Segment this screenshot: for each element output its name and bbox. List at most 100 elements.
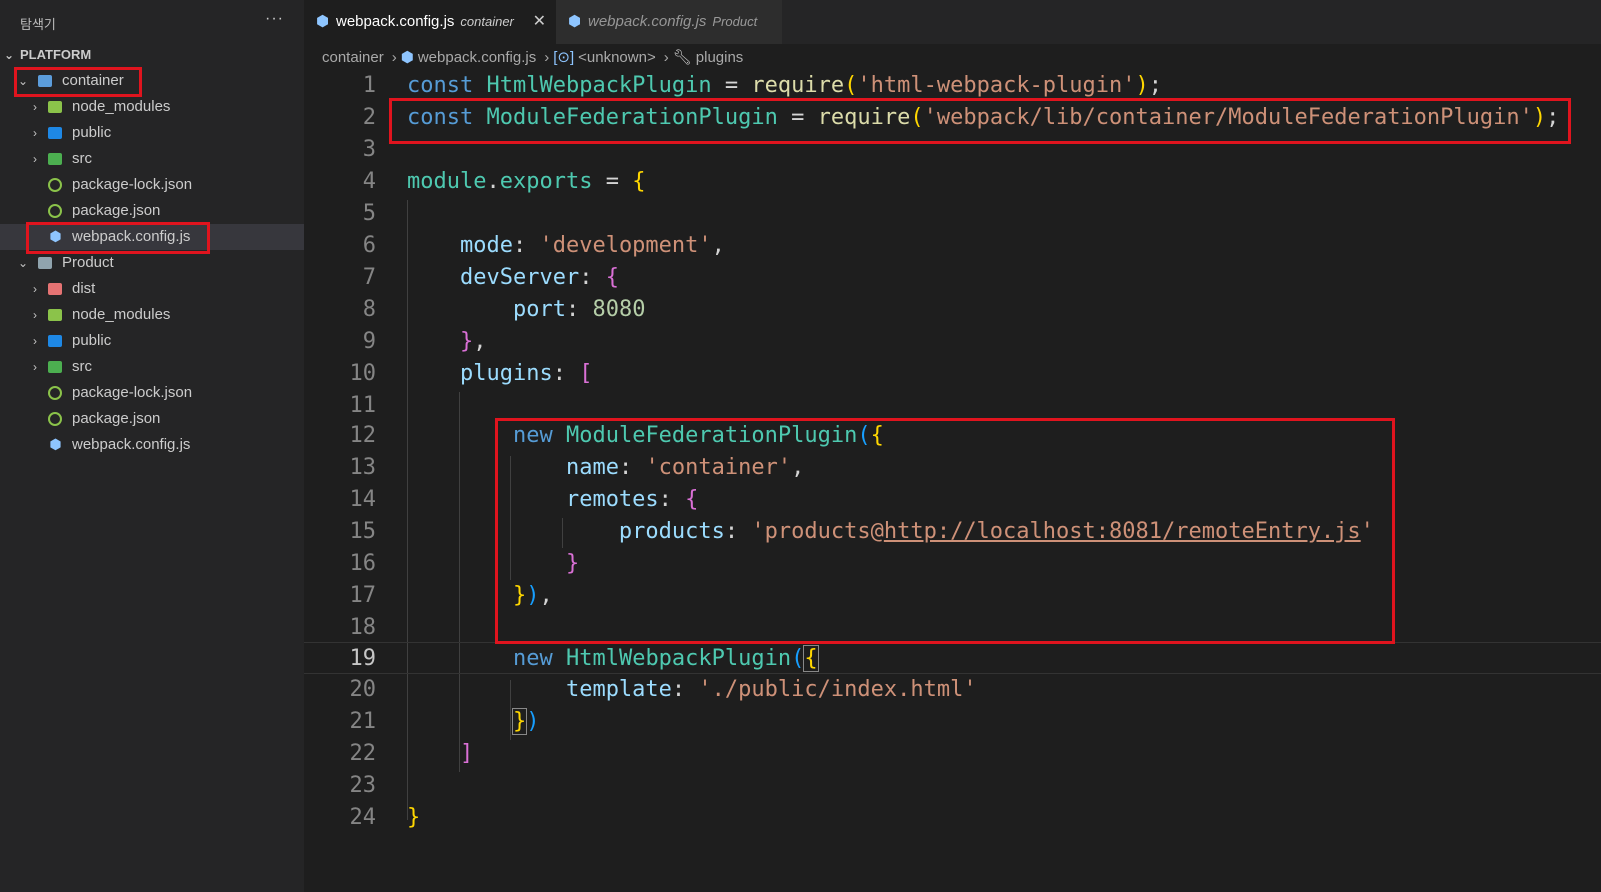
breadcrumb-item[interactable]: webpack.config.js bbox=[418, 49, 536, 66]
code-line: 7 devServer: { bbox=[304, 262, 1601, 294]
folder-icon bbox=[48, 127, 62, 139]
tree-item-label: public bbox=[72, 124, 112, 141]
line-number: 23 bbox=[349, 773, 377, 798]
chevron-right-icon: › bbox=[33, 308, 37, 322]
chevron-right-icon: › bbox=[391, 49, 397, 66]
breadcrumb: container › ⬢ webpack.config.js › [⊙] <unknown… bbox=[322, 47, 747, 69]
line-number: 24 bbox=[349, 805, 377, 830]
tree-item-label: src bbox=[72, 150, 92, 167]
folder-icon bbox=[48, 361, 62, 373]
folder-icon bbox=[48, 101, 62, 113]
line-number: 1 bbox=[362, 73, 376, 98]
line-number: 8 bbox=[362, 297, 376, 322]
tree-item-package-json[interactable]: package.json bbox=[0, 406, 304, 432]
json-file-icon bbox=[48, 386, 62, 400]
chevron-right-icon: › bbox=[33, 152, 37, 166]
explorer-sidebar: 탐색기 ··· ⌄ PLATFORM ⌄ container › node_mo… bbox=[0, 0, 304, 892]
code-line: 4 module.exports = { bbox=[304, 166, 1601, 198]
variable-icon: [⊙] bbox=[553, 49, 575, 66]
line-number: 19 bbox=[349, 646, 377, 671]
code-line: 6 mode: 'development', bbox=[304, 230, 1601, 262]
webpack-file-icon: ⬢ bbox=[49, 436, 62, 452]
code-line: 22 ] bbox=[304, 738, 1601, 770]
explorer-title: 탐색기 bbox=[20, 17, 56, 32]
chevron-right-icon: › bbox=[33, 126, 37, 140]
line-number: 2 bbox=[362, 105, 376, 130]
line-number: 16 bbox=[349, 551, 377, 576]
line-number: 3 bbox=[362, 137, 376, 162]
workspace-root-label: PLATFORM bbox=[20, 47, 92, 62]
line-number: 11 bbox=[349, 393, 377, 418]
tree-item-node-modules[interactable]: › node_modules bbox=[0, 94, 304, 120]
json-file-icon bbox=[48, 204, 62, 218]
tree-item-label: package.json bbox=[72, 202, 161, 219]
chevron-right-icon: › bbox=[544, 49, 550, 66]
line-number: 10 bbox=[349, 361, 377, 386]
wrench-icon: 🔧︎ bbox=[672, 49, 692, 66]
folder-icon bbox=[48, 309, 62, 321]
folder-icon bbox=[48, 335, 62, 347]
code-line-current: 19 new HtmlWebpackPlugin({ bbox=[304, 642, 1601, 674]
folder-icon bbox=[48, 283, 62, 295]
line-number: 17 bbox=[349, 583, 377, 608]
breadcrumb-item[interactable]: <unknown> bbox=[578, 49, 656, 66]
webpack-file-icon: ⬢ bbox=[568, 13, 582, 30]
tree-item-node-modules[interactable]: › node_modules bbox=[0, 302, 304, 328]
line-number: 15 bbox=[349, 519, 377, 544]
tab-label: webpack.config.js Product bbox=[588, 13, 758, 30]
tree-item-package-json[interactable]: package.json bbox=[0, 198, 304, 224]
tab-webpack-config-container[interactable]: ⬢ webpack.config.js container ✕ bbox=[304, 0, 556, 44]
line-number: 9 bbox=[362, 329, 376, 354]
chevron-right-icon: › bbox=[33, 360, 37, 374]
chevron-right-icon: › bbox=[33, 282, 37, 296]
tab-label: webpack.config.js container bbox=[336, 13, 514, 30]
line-number: 22 bbox=[349, 741, 377, 766]
json-file-icon bbox=[48, 178, 62, 192]
tree-item-label: public bbox=[72, 332, 112, 349]
folder-icon bbox=[48, 153, 62, 165]
breadcrumb-item[interactable]: container bbox=[322, 49, 384, 66]
tab-webpack-config-product[interactable]: ⬢ webpack.config.js Product bbox=[556, 0, 782, 44]
code-line: 8 port: 8080 bbox=[304, 294, 1601, 326]
tree-item-webpack-config[interactable]: ⬢ webpack.config.js bbox=[0, 432, 304, 458]
code-line: 21 }) bbox=[304, 706, 1601, 738]
tree-item-src[interactable]: › src bbox=[0, 354, 304, 380]
more-actions-icon[interactable]: ··· bbox=[265, 10, 284, 28]
tree-item-label: node_modules bbox=[72, 306, 171, 323]
annotation-box-webpack-config bbox=[26, 222, 210, 254]
line-number: 6 bbox=[362, 233, 376, 258]
tree-item-src[interactable]: › src bbox=[0, 146, 304, 172]
chevron-right-icon: › bbox=[663, 49, 669, 66]
line-number: 20 bbox=[349, 677, 377, 702]
line-number: 18 bbox=[349, 615, 377, 640]
tree-item-package-lock-json[interactable]: package-lock.json bbox=[0, 172, 304, 198]
tree-item-label: package-lock.json bbox=[72, 176, 193, 193]
tree-item-dist[interactable]: › dist bbox=[0, 276, 304, 302]
tree-item-label: node_modules bbox=[72, 98, 171, 115]
tree-item-label: src bbox=[72, 358, 92, 375]
tree-item-public[interactable]: › public bbox=[0, 328, 304, 354]
tree-item-label: dist bbox=[72, 280, 96, 297]
code-line: 24} bbox=[304, 802, 1601, 834]
tree-item-public[interactable]: › public bbox=[0, 120, 304, 146]
tree-item-label: package-lock.json bbox=[72, 384, 193, 401]
annotation-box-require-line bbox=[389, 98, 1571, 144]
webpack-file-icon: ⬢ bbox=[316, 13, 330, 30]
line-number: 4 bbox=[362, 169, 376, 194]
webpack-file-icon: ⬢ bbox=[400, 49, 414, 66]
line-number: 12 bbox=[349, 423, 377, 448]
annotation-box-container bbox=[14, 67, 142, 97]
line-number: 7 bbox=[362, 265, 376, 290]
tree-item-package-lock-json[interactable]: package-lock.json bbox=[0, 380, 304, 406]
breadcrumb-item[interactable]: plugins bbox=[696, 49, 744, 66]
folder-open-icon bbox=[38, 257, 52, 269]
line-number: 13 bbox=[349, 455, 377, 480]
tree-item-label: webpack.config.js bbox=[72, 436, 191, 453]
chevron-down-icon: ⌄ bbox=[3, 48, 15, 62]
editor-tab-bar: ⬢ webpack.config.js container ✕ ⬢ webpack… bbox=[304, 0, 1601, 44]
close-icon[interactable]: ✕ bbox=[533, 0, 546, 44]
workspace-root[interactable]: ⌄ PLATFORM bbox=[0, 42, 304, 68]
code-line: 10 plugins: [ bbox=[304, 358, 1601, 390]
line-number: 5 bbox=[362, 201, 376, 226]
code-line: 5 bbox=[304, 198, 1601, 230]
